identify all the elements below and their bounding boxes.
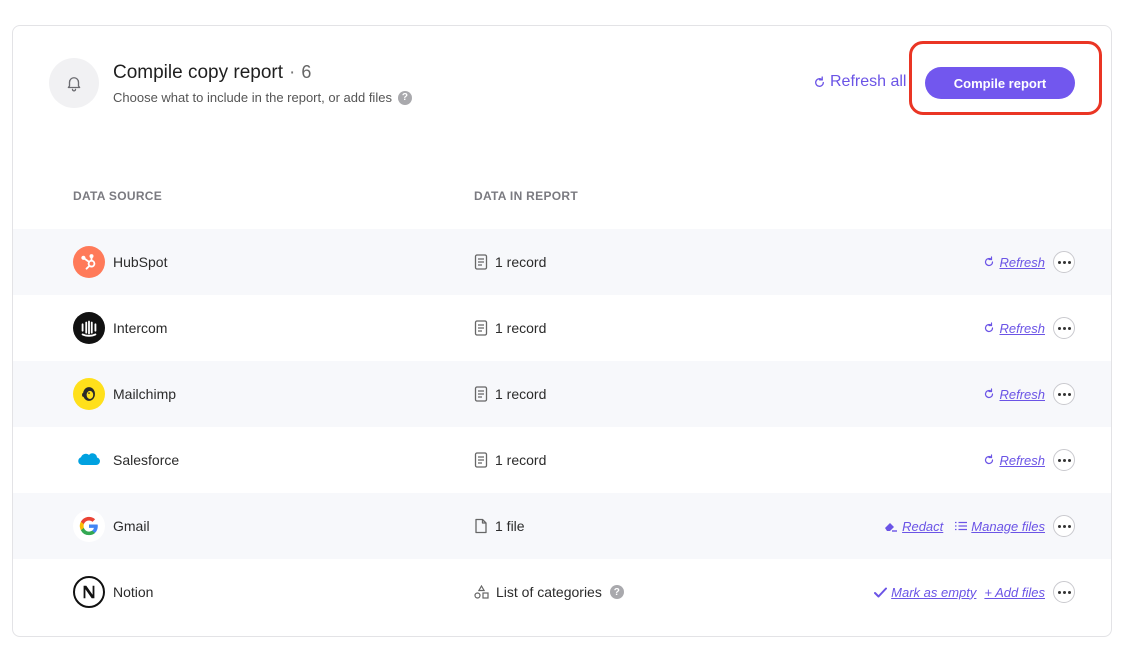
row-actions: Refresh — [975, 251, 1075, 273]
data-label: 1 file — [495, 518, 525, 534]
source-name: Gmail — [113, 518, 150, 534]
refresh-link[interactable]: Refresh — [983, 453, 1045, 468]
refresh-all-label: Refresh all — [830, 73, 907, 90]
ellipsis-icon — [1057, 458, 1071, 462]
more-options-button[interactable] — [1053, 515, 1075, 537]
categories-icon — [474, 585, 489, 599]
manage-files-label: Manage files — [971, 518, 1045, 534]
source-name: Intercom — [113, 320, 168, 336]
row-actions: Redact Manage files — [876, 515, 1075, 537]
refresh-link[interactable]: Refresh — [983, 321, 1045, 336]
table-row: HubSpot 1 record Refresh — [13, 229, 1111, 295]
refresh-icon — [985, 322, 994, 333]
source-name: Mailchimp — [113, 386, 177, 402]
check-icon — [874, 587, 888, 597]
data-in-report: 1 record — [474, 452, 546, 468]
report-title: Compile copy report — [113, 62, 284, 83]
refresh-link-label: Refresh — [999, 386, 1045, 402]
refresh-link-label: Refresh — [999, 452, 1045, 468]
table-row: Salesforce 1 record Refresh — [13, 427, 1111, 493]
more-options-button[interactable] — [1053, 581, 1075, 603]
page-title: Compile copy report · 6 — [113, 62, 311, 84]
refresh-icon — [985, 388, 994, 399]
document-icon — [474, 254, 488, 270]
source-count: 6 — [301, 62, 312, 82]
hubspot-logo-icon — [73, 246, 105, 278]
data-label: 1 record — [495, 452, 547, 468]
mailchimp-logo-icon — [73, 378, 105, 410]
bell-icon — [49, 58, 99, 108]
refresh-icon — [815, 75, 824, 87]
table-row: Mailchimp 1 record Refresh — [13, 361, 1111, 427]
data-in-report: 1 file — [474, 518, 525, 534]
subtitle: Choose what to include in the report, or… — [113, 90, 412, 105]
refresh-link-label: Refresh — [999, 320, 1045, 336]
title-separator: · — [289, 62, 296, 83]
refresh-link-label: Refresh — [999, 254, 1045, 270]
refresh-link[interactable]: Refresh — [983, 255, 1045, 270]
source-name: Salesforce — [113, 452, 180, 468]
eraser-icon — [885, 523, 898, 532]
subtitle-text: Choose what to include in the report, or… — [113, 90, 392, 105]
compile-report-card: Compile copy report · 6 Choose what to i… — [12, 25, 1112, 637]
ellipsis-icon — [1057, 326, 1071, 330]
ellipsis-icon — [1057, 392, 1071, 396]
ellipsis-icon — [1057, 524, 1071, 528]
ellipsis-icon — [1057, 590, 1071, 594]
source-name: HubSpot — [113, 254, 168, 270]
data-label: 1 record — [495, 386, 547, 402]
ellipsis-icon — [1057, 260, 1071, 264]
intercom-logo-icon — [73, 312, 105, 344]
data-source-list: HubSpot 1 record Refresh Intercom 1 reco… — [13, 229, 1111, 625]
list-icon — [955, 521, 968, 531]
data-in-report: 1 record — [474, 254, 546, 270]
google-logo-icon — [73, 510, 105, 542]
refresh-icon — [985, 454, 994, 465]
notion-logo-icon — [73, 576, 105, 608]
add-files-link[interactable]: + Add files — [984, 585, 1045, 600]
data-label: List of categories — [496, 584, 602, 600]
document-icon — [474, 320, 488, 336]
table-row: Intercom 1 record Refresh — [13, 295, 1111, 361]
redact-link[interactable]: Redact — [884, 519, 943, 534]
refresh-all-button[interactable]: Refresh all — [813, 73, 906, 91]
salesforce-logo-icon — [73, 444, 105, 476]
data-in-report: 1 record — [474, 320, 546, 336]
data-label: 1 record — [495, 254, 547, 270]
data-label: 1 record — [495, 320, 547, 336]
data-in-report: List of categories ? — [474, 584, 624, 600]
data-in-report: 1 record — [474, 386, 546, 402]
mark-as-empty-link[interactable]: Mark as empty — [874, 585, 976, 600]
row-actions: Refresh — [975, 383, 1075, 405]
source-name: Notion — [113, 584, 154, 600]
add-files-label: + Add files — [984, 584, 1045, 600]
column-header-data-in-report: DATA IN REPORT — [474, 189, 578, 203]
help-icon[interactable]: ? — [397, 90, 412, 105]
redact-label: Redact — [902, 518, 944, 534]
document-icon — [474, 386, 488, 402]
table-row: Notion List of categories ? Mark as empt… — [13, 559, 1111, 625]
more-options-button[interactable] — [1053, 317, 1075, 339]
file-icon — [475, 518, 487, 534]
help-icon[interactable]: ? — [609, 585, 624, 599]
more-options-button[interactable] — [1053, 383, 1075, 405]
refresh-icon — [985, 256, 994, 267]
column-header-data-source: DATA SOURCE — [73, 189, 163, 203]
more-options-button[interactable] — [1053, 449, 1075, 471]
mark-as-empty-label: Mark as empty — [891, 584, 977, 600]
row-actions: Mark as empty + Add files — [866, 581, 1075, 603]
more-options-button[interactable] — [1053, 251, 1075, 273]
table-row: Gmail 1 file Redact Manage files — [13, 493, 1111, 559]
compile-report-button[interactable]: Compile report — [925, 67, 1075, 99]
row-actions: Refresh — [975, 317, 1075, 339]
refresh-link[interactable]: Refresh — [983, 387, 1045, 402]
manage-files-link[interactable]: Manage files — [955, 519, 1045, 534]
document-icon — [474, 452, 488, 468]
row-actions: Refresh — [975, 449, 1075, 471]
